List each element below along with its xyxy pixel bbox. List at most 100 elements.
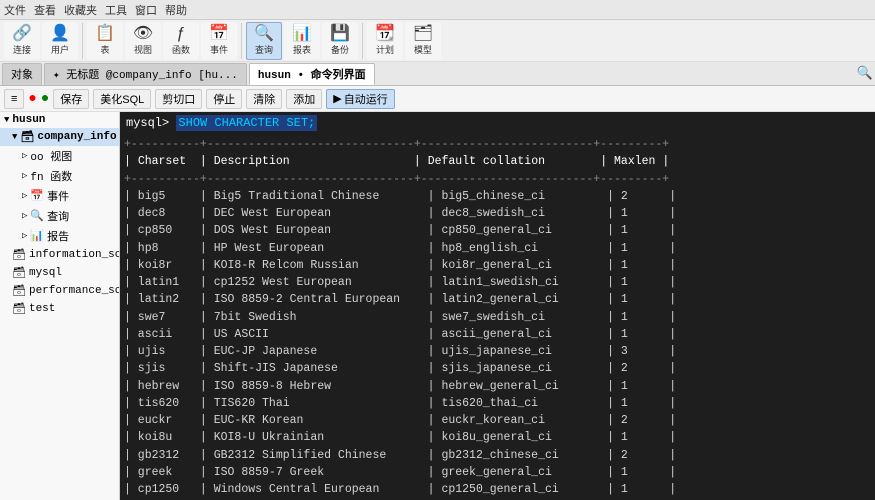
model-button[interactable]: 🗂 模型 [405, 22, 441, 60]
function-icon: ƒ [177, 26, 186, 42]
view-button[interactable]: 👁 视图 [125, 22, 161, 60]
schedule-button[interactable]: 📆 计划 [367, 22, 403, 60]
query-prompt: mysql> SHOW CHARACTER SET; [120, 112, 875, 134]
title-bar: 文件 查看 收藏夹 工具 窗口 帮助 [0, 0, 875, 20]
menu-item-favorites[interactable]: 收藏夹 [64, 2, 97, 18]
queries-expand-icon: ▷ [22, 211, 27, 221]
sidebar-events-label: 事件 [47, 188, 69, 204]
table-button[interactable]: 📋 表 [87, 22, 123, 60]
toolbar-separator-2 [241, 23, 242, 59]
red-indicator: ● [28, 91, 36, 107]
sidebar-item-test[interactable]: 🗃 test [0, 300, 119, 318]
sidebar: ▼ husun ▼ 🗃 company_info ▷ oo 视图 ▷ fn 函数… [0, 112, 120, 500]
query-text: SHOW CHARACTER SET; [176, 115, 317, 131]
tab-object[interactable]: 对象 [2, 63, 42, 85]
query-icon: 🔍 [254, 26, 274, 42]
sidebar-views-label: oo 视图 [30, 148, 72, 164]
menu-item-view[interactable]: 查看 [34, 2, 56, 18]
result-table-container[interactable]: +----------+----------------------------… [120, 134, 875, 500]
backup-button[interactable]: 💾 备份 [322, 22, 358, 60]
sidebar-husun-label: husun [12, 114, 45, 126]
query-button[interactable]: 🔍 查询 [246, 22, 282, 60]
table-label: 表 [100, 43, 109, 56]
user-button[interactable]: 👤 用户 [42, 22, 78, 60]
function-button[interactable]: ƒ 函数 [163, 22, 199, 60]
sidebar-item-company-info[interactable]: ▼ 🗃 company_info [0, 128, 119, 146]
reports-expand-icon: ▷ [22, 231, 27, 241]
stop-button[interactable]: 停止 [206, 89, 242, 109]
sidebar-perf-schema-label: performance_schema [29, 285, 120, 297]
events-expand-icon: ▷ [22, 191, 27, 201]
autorun-icon: ▶ [333, 92, 341, 105]
sidebar-mysql-label: mysql [29, 267, 62, 279]
model-icon: 🗂 [413, 26, 433, 42]
green-indicator: ● [41, 91, 49, 107]
toolbar-separator-1 [82, 23, 83, 59]
main-area: ▼ husun ▼ 🗃 company_info ▷ oo 视图 ▷ fn 函数… [0, 112, 875, 500]
function-label: 函数 [172, 43, 190, 56]
event-label: 事件 [210, 43, 228, 56]
prompt-text: mysql> [126, 116, 169, 130]
cut-button[interactable]: 剪切口 [155, 89, 202, 109]
sidebar-reports-icon: 📊 [30, 229, 44, 243]
sidebar-test-icon: 🗃 [12, 302, 26, 316]
view-label: 视图 [134, 43, 152, 56]
autorun-button[interactable]: ▶ 自动运行 [326, 89, 394, 109]
menu-toggle-button[interactable]: ≡ [4, 89, 24, 109]
connect-label: 连接 [13, 43, 31, 56]
sidebar-item-perf-schema[interactable]: 🗃 performance_schema [0, 282, 119, 300]
user-icon: 👤 [50, 26, 70, 42]
company-info-icon: 🗃 [20, 130, 34, 144]
sidebar-item-info-schema[interactable]: 🗃 information_schema [0, 246, 119, 264]
clear-button[interactable]: 清除 [246, 89, 282, 109]
sidebar-info-schema-label: information_schema [29, 249, 120, 261]
search-icon: 🔍 [857, 66, 873, 81]
title-text: 文件 [4, 2, 26, 18]
sidebar-item-reports[interactable]: ▷ 📊 报告 [0, 226, 119, 246]
sidebar-item-queries[interactable]: ▷ 🔍 查询 [0, 206, 119, 226]
tab-command[interactable]: husun • 命令列界面 [249, 63, 375, 85]
sidebar-mysql-icon: 🗃 [12, 266, 26, 280]
tab-query[interactable]: ✦ 无标题 @company_info [hu... [44, 63, 247, 85]
sidebar-item-events[interactable]: ▷ 📅 事件 [0, 186, 119, 206]
sidebar-reports-label: 报告 [47, 228, 69, 244]
sidebar-item-husun[interactable]: ▼ husun [0, 112, 119, 128]
sidebar-item-views[interactable]: ▷ oo 视图 [0, 146, 119, 166]
report-button[interactable]: 📊 报表 [284, 22, 320, 60]
arrow-icon: ▼ [4, 115, 9, 125]
save-button[interactable]: 保存 [53, 89, 89, 109]
report-label: 报表 [293, 43, 311, 56]
add-button[interactable]: 添加 [286, 89, 322, 109]
toolbar: 🔗 连接 👤 用户 📋 表 👁 视图 ƒ 函数 📅 事件 🔍 查询 📊 报表 💾… [0, 20, 875, 62]
sidebar-functions-label: fn 函数 [30, 168, 72, 184]
content-area: mysql> SHOW CHARACTER SET; +----------+-… [120, 112, 875, 500]
sidebar-queries-icon: 🔍 [30, 209, 44, 223]
sidebar-item-functions[interactable]: ▷ fn 函数 [0, 166, 119, 186]
report-icon: 📊 [292, 26, 312, 42]
table-icon: 📋 [95, 26, 115, 42]
connect-button[interactable]: 🔗 连接 [4, 22, 40, 60]
model-label: 模型 [414, 43, 432, 56]
backup-icon: 💾 [330, 26, 350, 42]
connect-icon: 🔗 [12, 26, 32, 42]
user-label: 用户 [51, 43, 69, 56]
menu-item-window[interactable]: 窗口 [135, 2, 157, 18]
action-bar: ≡ ● ● 保存 美化SQL 剪切口 停止 清除 添加 ▶ 自动运行 [0, 86, 875, 112]
sidebar-item-mysql[interactable]: 🗃 mysql [0, 264, 119, 282]
backup-label: 备份 [331, 43, 349, 56]
tab-bar: 对象 ✦ 无标题 @company_info [hu... husun • 命令… [0, 62, 875, 86]
sidebar-test-label: test [29, 303, 55, 315]
functions-expand-icon: ▷ [22, 171, 27, 181]
view-icon: 👁 [133, 26, 153, 42]
sidebar-queries-label: 查询 [47, 208, 69, 224]
menu-item-help[interactable]: 帮助 [165, 2, 187, 18]
menu-icon: ≡ [11, 93, 17, 105]
sidebar-events-icon: 📅 [30, 189, 44, 203]
event-button[interactable]: 📅 事件 [201, 22, 237, 60]
menu-item-tools[interactable]: 工具 [105, 2, 127, 18]
expand-icon: ▼ [12, 132, 17, 142]
beautify-button[interactable]: 美化SQL [93, 89, 151, 109]
result-table: +----------+----------------------------… [124, 136, 871, 500]
sidebar-info-schema-icon: 🗃 [12, 248, 26, 262]
sidebar-company-label: company_info [37, 131, 116, 143]
